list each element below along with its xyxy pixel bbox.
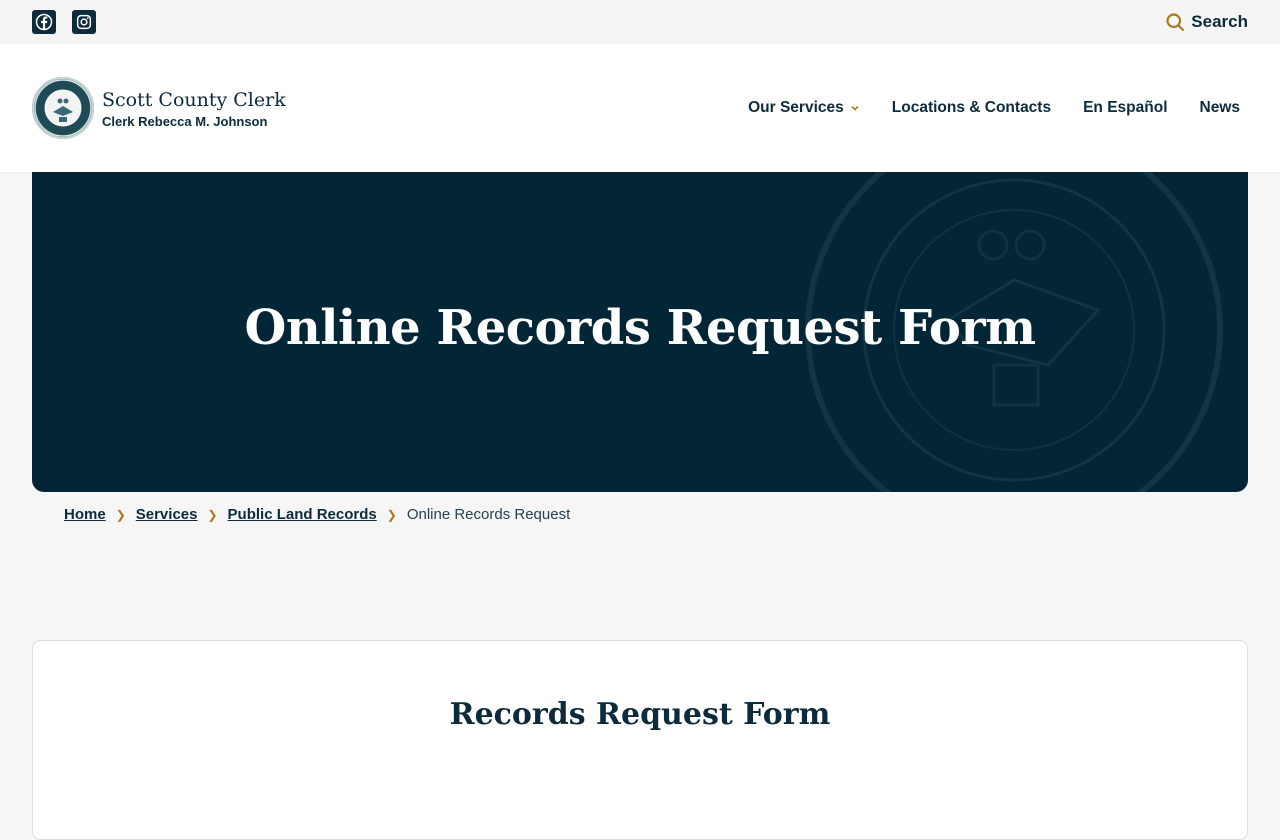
nav-en-espanol[interactable]: En Español: [1083, 99, 1167, 117]
nav-item-label: Locations & Contacts: [891, 99, 1052, 116]
nav-locations-contacts[interactable]: Locations & Contacts: [892, 99, 1051, 117]
nav-item-label: En Español: [1083, 99, 1168, 116]
site-name: Scott County Clerk: [102, 88, 286, 111]
page-title: Online Records Request Form: [244, 300, 1036, 356]
breadcrumb: Home ❯ Services ❯ Public Land Records ❯ …: [64, 506, 570, 523]
facebook-link[interactable]: [32, 10, 56, 34]
search-icon: [1166, 13, 1185, 31]
county-seal-logo: [32, 77, 94, 139]
seal-icon: [34, 79, 92, 137]
nav-item-label: News: [1199, 99, 1241, 116]
instagram-icon: [76, 14, 92, 30]
search-label: Search: [1191, 12, 1248, 31]
utility-bar: Search: [0, 0, 1280, 44]
form-title: Records Request Form: [449, 697, 831, 732]
breadcrumb-home[interactable]: Home: [64, 506, 106, 523]
chevron-right-icon: ❯: [115, 507, 126, 522]
nav-our-services[interactable]: Our Services: [748, 99, 860, 117]
instagram-link[interactable]: [72, 10, 96, 34]
chevron-down-icon: [851, 105, 859, 111]
site-header: Scott County Clerk Clerk Rebecca M. John…: [0, 44, 1280, 172]
hero-banner: Online Records Request Form: [32, 172, 1248, 492]
primary-nav: Our Services Locations & Contacts En Esp…: [748, 99, 1248, 117]
breadcrumb-current: Online Records Request: [406, 506, 571, 523]
social-links: [32, 10, 96, 34]
search-button[interactable]: Search: [1165, 12, 1248, 32]
chevron-right-icon: ❯: [207, 507, 218, 522]
nav-item-label: Our Services: [748, 99, 844, 116]
nav-news[interactable]: News: [1200, 99, 1241, 117]
clerk-name: Clerk Rebecca M. Johnson: [102, 113, 268, 129]
site-logo-link[interactable]: Scott County Clerk Clerk Rebecca M. John…: [32, 77, 286, 139]
chevron-right-icon: ❯: [386, 507, 397, 522]
facebook-icon: [35, 13, 53, 31]
breadcrumb-services[interactable]: Services: [136, 506, 198, 523]
form-card: Records Request Form: [32, 640, 1248, 840]
breadcrumb-public-land-records[interactable]: Public Land Records: [228, 506, 377, 523]
